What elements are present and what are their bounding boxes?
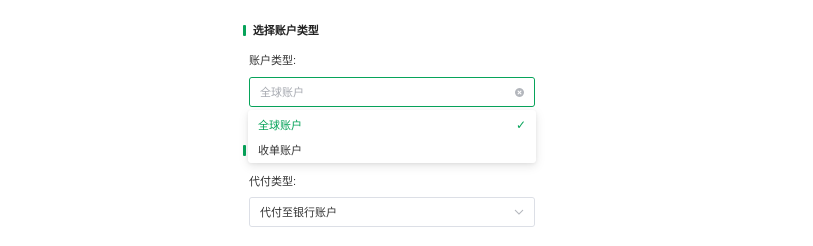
section-title-account-type: 选择账户类型 <box>243 24 319 37</box>
dropdown-option-acquiring-account[interactable]: 收单账户 <box>248 137 536 162</box>
payment-type-label: 代付类型: <box>249 176 297 188</box>
payment-type-select[interactable]: 代付至银行账户 <box>249 197 535 227</box>
account-type-dropdown: 全球账户 ✓ 收单账户 <box>248 110 536 163</box>
dropdown-option-global-account[interactable]: 全球账户 ✓ <box>248 112 536 137</box>
payment-type-value: 代付至银行账户 <box>260 207 337 219</box>
chevron-down-icon <box>514 207 524 217</box>
section-accent-bar <box>243 144 246 156</box>
section-title-text: 选择账户类型 <box>253 25 319 37</box>
account-type-select[interactable]: 全球账户 <box>249 77 535 107</box>
option-label: 全球账户 <box>258 119 302 132</box>
form-page: 选择账户类型 账户类型: 全球账户 全球账户 ✓ 收单账户 代付类型: 代付至银… <box>0 0 813 246</box>
check-icon: ✓ <box>515 117 526 132</box>
section-accent-bar <box>243 24 246 36</box>
account-type-label: 账户类型: <box>249 55 297 67</box>
option-label: 收单账户 <box>258 144 302 157</box>
clear-icon[interactable] <box>515 87 524 97</box>
account-type-placeholder: 全球账户 <box>260 87 304 99</box>
